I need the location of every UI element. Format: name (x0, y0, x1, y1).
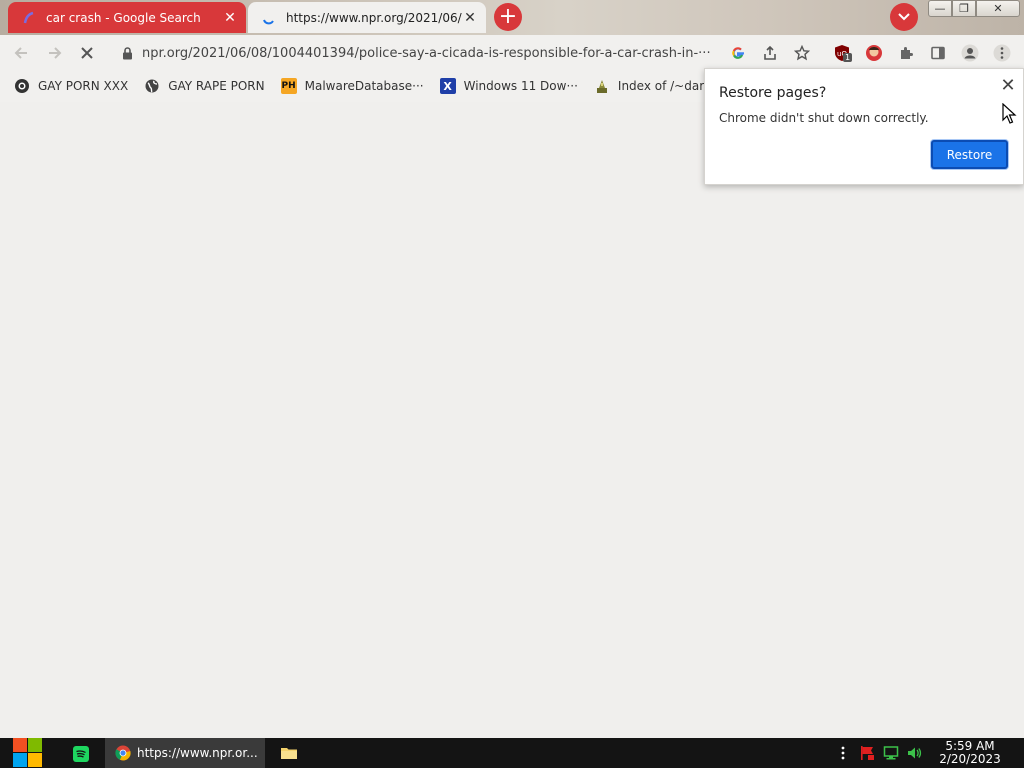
dialog-title: Restore pages? (719, 85, 827, 101)
restore-button[interactable]: Restore (931, 140, 1008, 169)
tab-title: car crash - Google Search (46, 10, 201, 25)
github-icon (14, 78, 30, 94)
bookmark-item[interactable]: GAY RAPE PORN (138, 73, 270, 99)
restore-pages-dialog: Restore pages? Chrome didn't shut down c… (704, 68, 1024, 185)
start-button[interactable] (8, 738, 46, 768)
page-content[interactable] (0, 102, 1024, 738)
chevron-down-icon (898, 13, 910, 21)
bookmark-item[interactable]: X Windows 11 Dow··· (434, 73, 584, 99)
bookmark-label: MalwareDatabase··· (304, 79, 424, 93)
new-tab-button[interactable]: + (494, 3, 522, 31)
arrow-left-icon (14, 47, 27, 59)
tray-overflow-icon[interactable] (834, 744, 852, 762)
back-button[interactable] (8, 40, 34, 66)
google-lens-icon[interactable] (728, 43, 748, 63)
file-explorer-icon[interactable] (280, 744, 298, 762)
address-bar[interactable]: npr.org/2021/06/08/1004401394/police-say… (110, 39, 822, 67)
close-icon (81, 47, 93, 59)
bookmark-item[interactable]: Index of /~dartz (588, 73, 721, 99)
tab-npr[interactable]: https://www.npr.org/2021/06/08/100440139… (248, 2, 486, 33)
folder-icon (594, 78, 610, 94)
menu-kebab-icon[interactable] (992, 43, 1012, 63)
bookmark-label: Index of /~dartz (617, 79, 716, 93)
ph-icon-text: PH (281, 81, 296, 91)
extension-badge: 1 (843, 53, 853, 62)
taskbar-chrome-item[interactable]: https://www.npr.or... (105, 738, 265, 768)
maximize-button[interactable]: ❐ (952, 0, 976, 17)
bookmark-item[interactable]: PH MalwareDatabase··· (275, 73, 430, 99)
globe-icon (144, 78, 160, 94)
spotify-icon[interactable] (70, 743, 92, 765)
title-bar: car crash - Google Search ✕ https://www.… (0, 0, 1024, 35)
bookmark-star-icon[interactable] (792, 43, 812, 63)
tab-google-search[interactable]: car crash - Google Search ✕ (8, 2, 246, 33)
toolbar: npr.org/2021/06/08/1004401394/police-say… (0, 35, 1024, 70)
minimize-button[interactable]: — (928, 0, 952, 17)
stop-button[interactable] (74, 40, 100, 66)
ublock-origin-icon[interactable]: uO 1 (832, 43, 853, 63)
bookmark-item[interactable]: GAY PORN XXX (8, 73, 134, 99)
profile-avatar-icon[interactable] (960, 43, 980, 63)
ph-icon: PH (280, 78, 297, 94)
side-panel-icon[interactable] (928, 43, 948, 63)
dialog-message: Chrome didn't shut down correctly. (719, 111, 929, 125)
loading-spinner-icon (260, 9, 278, 27)
url-text[interactable]: npr.org/2021/06/08/1004401394/police-say… (142, 46, 718, 61)
tab-close-icon[interactable]: ✕ (462, 10, 478, 26)
dialog-close-icon[interactable]: ✕ (998, 75, 1018, 96)
tab-title: https://www.npr.org/2021/06/08/100440139… (286, 10, 462, 25)
forward-button[interactable] (42, 40, 68, 66)
bookmark-label: Windows 11 Dow··· (463, 79, 578, 93)
lock-icon[interactable] (120, 45, 134, 61)
google-favicon-icon (20, 9, 38, 27)
arrow-right-icon (49, 47, 62, 59)
profile-extension-icon[interactable] (864, 43, 884, 63)
network-icon[interactable] (882, 744, 900, 762)
taskbar: https://www.npr.or... 5:59 AM 2/20/2023 (0, 738, 1024, 768)
taskbar-item-label: https://www.npr.or... (137, 746, 258, 760)
mouse-cursor-icon (1002, 103, 1017, 124)
action-center-flag-icon[interactable] (858, 744, 876, 762)
tab-search-button[interactable] (890, 3, 918, 31)
tab-close-icon[interactable]: ✕ (222, 10, 238, 26)
clock-date: 2/20/2023 (939, 752, 1001, 766)
bookmark-label: GAY PORN XXX (38, 79, 129, 93)
chrome-logo-icon (115, 745, 131, 761)
x-icon: X (439, 78, 456, 94)
x-icon-text: X (443, 79, 452, 93)
share-icon[interactable] (760, 43, 780, 63)
bookmark-label: GAY RAPE PORN (168, 79, 265, 93)
puzzle-extensions-icon[interactable] (896, 43, 916, 63)
windows-logo-icon (13, 738, 42, 767)
volume-icon[interactable] (905, 744, 923, 762)
close-window-button[interactable]: ✕ (976, 0, 1020, 17)
system-clock[interactable]: 5:59 AM 2/20/2023 (934, 740, 1006, 766)
